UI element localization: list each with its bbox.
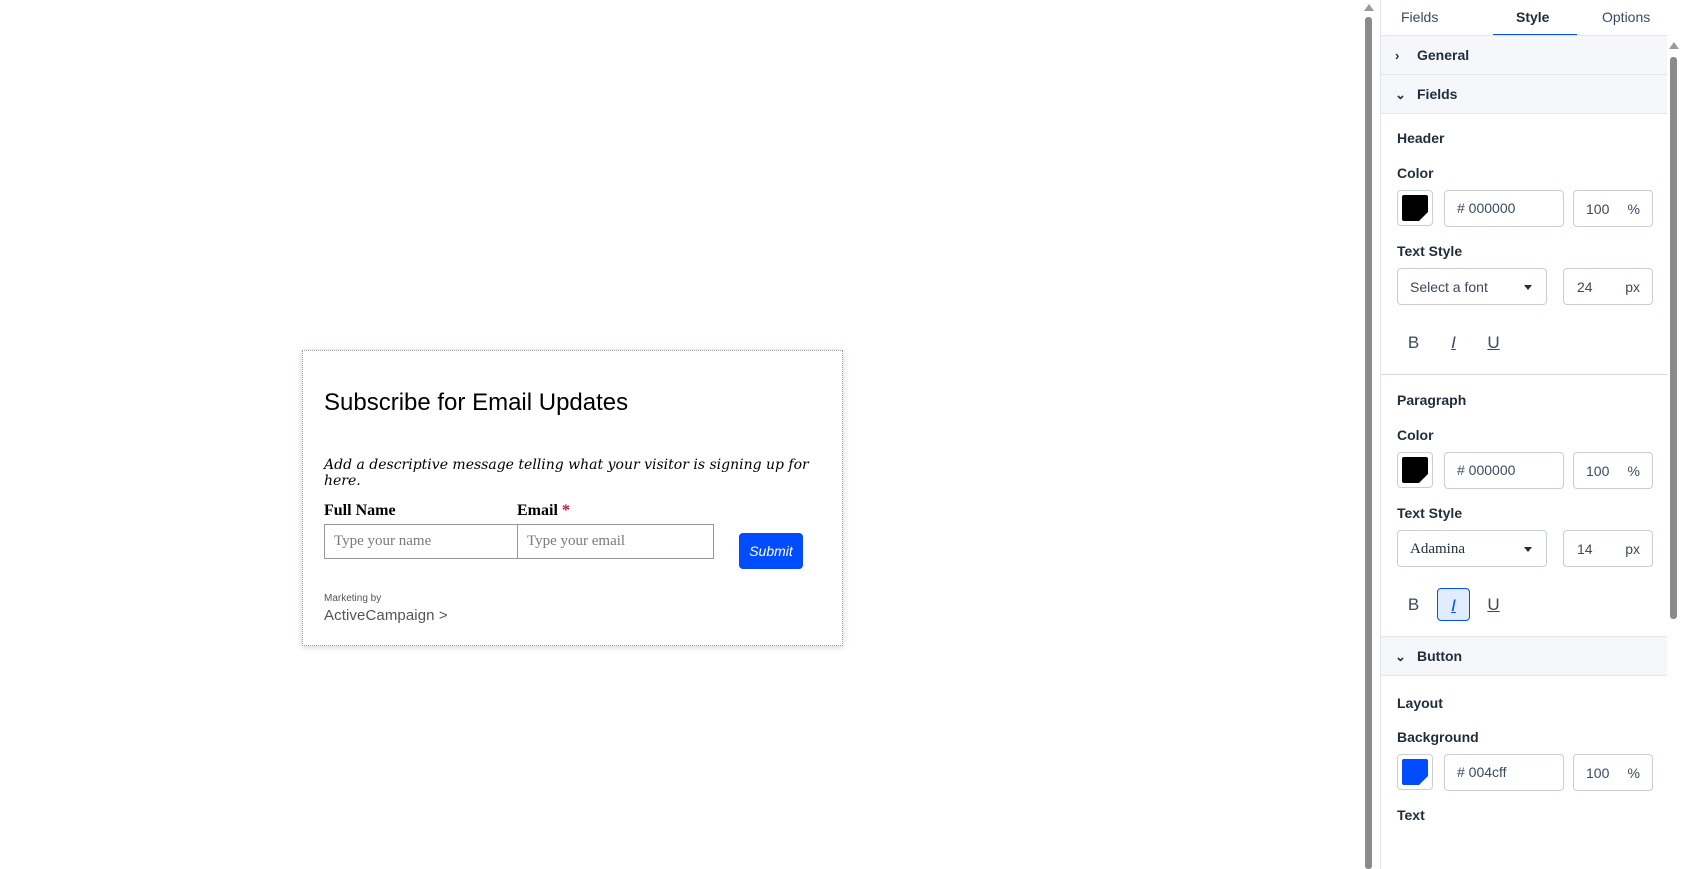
- required-asterisk: *: [561, 502, 570, 519]
- header-section-title: Header: [1397, 130, 1445, 146]
- button-background-swatch[interactable]: [1397, 754, 1433, 790]
- accordion-button-label: Button: [1417, 648, 1463, 664]
- header-color-hex-input[interactable]: # 000000: [1444, 190, 1564, 227]
- chevron-down-icon: ⌄: [1395, 87, 1406, 102]
- scrollbar-thumb[interactable]: [1365, 17, 1372, 869]
- paragraph-color-swatch[interactable]: [1397, 452, 1433, 488]
- bold-icon: B: [1407, 595, 1420, 614]
- italic-icon: I: [1451, 596, 1456, 615]
- tab-style[interactable]: Style: [1516, 9, 1549, 25]
- accordion-general-label: General: [1417, 47, 1470, 63]
- accordion-button[interactable]: ⌄ Button: [1381, 636, 1668, 676]
- header-font-value: Select a font: [1410, 279, 1488, 295]
- scroll-up-arrow-icon[interactable]: [1669, 42, 1679, 49]
- swatch-corner-icon: [1419, 474, 1428, 483]
- paragraph-text-style-label: Text Style: [1397, 505, 1463, 521]
- form-description[interactable]: Add a descriptive message telling what y…: [324, 457, 842, 489]
- email-label: Email *: [517, 502, 570, 520]
- header-font-select[interactable]: Select a font: [1397, 268, 1547, 305]
- scrollbar-thumb[interactable]: [1670, 57, 1677, 619]
- button-background-opacity-input[interactable]: 100 %: [1573, 754, 1653, 791]
- brand-arrow-icon: >: [438, 607, 448, 624]
- header-color-swatch[interactable]: [1397, 190, 1433, 226]
- accordion-general[interactable]: › General: [1381, 35, 1668, 75]
- italic-icon: I: [1451, 333, 1456, 352]
- form-title[interactable]: Subscribe for Email Updates: [324, 389, 628, 417]
- caret-down-icon: [1524, 547, 1532, 552]
- full-name-label-text: Full Name: [324, 502, 396, 519]
- header-italic-button[interactable]: I: [1437, 326, 1470, 359]
- button-opacity-unit: %: [1627, 765, 1640, 781]
- accordion-fields[interactable]: ⌄ Fields: [1381, 74, 1668, 114]
- paragraph-opacity-value: 100: [1586, 463, 1610, 479]
- button-opacity-value: 100: [1586, 765, 1610, 781]
- paragraph-size-value: 14: [1577, 541, 1593, 557]
- activecampaign-logo[interactable]: ActiveCampaign >: [324, 607, 448, 624]
- chevron-down-icon: ⌄: [1395, 649, 1406, 664]
- header-opacity-unit: %: [1627, 201, 1640, 217]
- paragraph-opacity-input[interactable]: 100 %: [1573, 452, 1653, 489]
- brand-name: ActiveCampaign: [324, 607, 435, 624]
- paragraph-section-title: Paragraph: [1397, 392, 1467, 408]
- email-input[interactable]: [517, 524, 714, 559]
- paragraph-opacity-unit: %: [1627, 463, 1640, 479]
- paragraph-color-hex-input[interactable]: # 000000: [1444, 452, 1564, 489]
- bold-icon: B: [1407, 333, 1420, 352]
- paragraph-font-value: Adamina: [1410, 541, 1465, 557]
- accordion-fields-label: Fields: [1417, 86, 1458, 102]
- header-text-style-label: Text Style: [1397, 243, 1463, 259]
- paragraph-underline-button[interactable]: U: [1477, 588, 1510, 621]
- email-label-text: Email: [517, 502, 558, 519]
- caret-down-icon: [1524, 285, 1532, 290]
- header-size-input[interactable]: 24 px: [1563, 268, 1653, 305]
- header-color-label: Color: [1397, 165, 1434, 181]
- paragraph-size-unit: px: [1625, 541, 1640, 557]
- chevron-right-icon: ›: [1395, 48, 1400, 63]
- swatch-corner-icon: [1419, 776, 1428, 785]
- tab-options[interactable]: Options: [1602, 9, 1650, 25]
- button-background-label: Background: [1397, 729, 1479, 745]
- paragraph-font-select[interactable]: Adamina: [1397, 530, 1547, 567]
- panel-scrollbar[interactable]: [1667, 36, 1679, 869]
- section-divider: [1381, 374, 1668, 375]
- panel-tabs: Fields Style Options: [1381, 0, 1668, 36]
- scroll-up-arrow-icon[interactable]: [1364, 4, 1374, 11]
- button-layout-title: Layout: [1397, 695, 1443, 711]
- button-background-hex-input[interactable]: # 004cff: [1444, 754, 1564, 791]
- header-opacity-input[interactable]: 100 %: [1573, 190, 1653, 227]
- paragraph-size-input[interactable]: 14 px: [1563, 530, 1653, 567]
- tab-fields[interactable]: Fields: [1401, 9, 1438, 25]
- full-name-input[interactable]: [324, 524, 521, 559]
- form-canvas: Subscribe for Email Updates Add a descri…: [0, 0, 1360, 869]
- header-underline-button[interactable]: U: [1477, 326, 1510, 359]
- underline-icon: U: [1487, 595, 1500, 614]
- canvas-scrollbar[interactable]: [1362, 0, 1374, 869]
- full-name-label: Full Name: [324, 502, 396, 520]
- header-bold-button[interactable]: B: [1397, 326, 1430, 359]
- paragraph-bold-button[interactable]: B: [1397, 588, 1430, 621]
- paragraph-italic-button[interactable]: I: [1437, 588, 1470, 621]
- paragraph-color-label: Color: [1397, 427, 1434, 443]
- header-size-unit: px: [1625, 279, 1640, 295]
- underline-icon: U: [1487, 333, 1500, 352]
- button-text-label: Text: [1397, 807, 1425, 823]
- swatch-corner-icon: [1419, 212, 1428, 221]
- style-panel: Fields Style Options › General ⌄ Fields …: [1380, 0, 1668, 869]
- submit-button[interactable]: Submit: [739, 533, 803, 569]
- header-opacity-value: 100: [1586, 201, 1610, 217]
- form-preview[interactable]: Subscribe for Email Updates Add a descri…: [302, 350, 843, 646]
- marketing-by-text: Marketing by: [324, 593, 382, 604]
- header-size-value: 24: [1577, 279, 1593, 295]
